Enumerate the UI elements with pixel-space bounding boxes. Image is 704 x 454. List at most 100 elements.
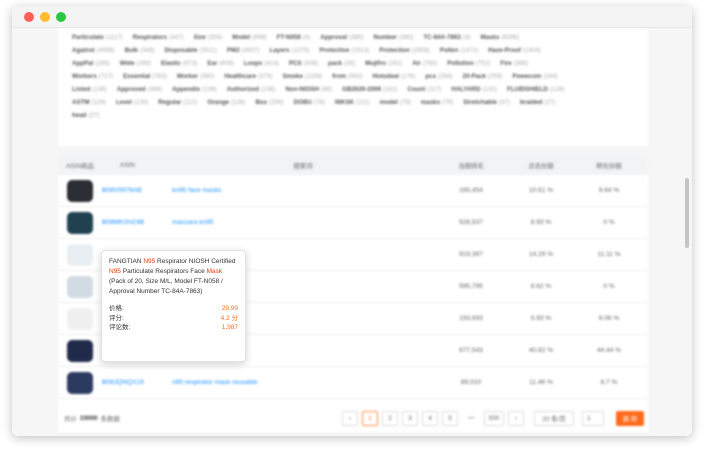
keyword-chip[interactable]: GB2626-2006 (181) bbox=[342, 83, 397, 96]
product-image[interactable] bbox=[67, 211, 93, 234]
keyword-chip[interactable]: Stretchable (37) bbox=[463, 96, 510, 109]
keyword-chip[interactable]: Smoke (1159) bbox=[283, 70, 323, 83]
keyword-chip[interactable]: Authorized (136) bbox=[227, 83, 276, 96]
keyword-chip[interactable]: Regular (112) bbox=[158, 96, 197, 109]
keyword-chip[interactable]: Fire (388) bbox=[500, 57, 528, 70]
keyword-chip[interactable]: Bulk (348) bbox=[125, 44, 155, 57]
keyword-chip[interactable]: Non-NIOSH (88) bbox=[285, 83, 332, 96]
keyword-chip[interactable]: ASTM (126) bbox=[72, 96, 106, 109]
keyword-chip[interactable]: Respirators (447) bbox=[133, 31, 184, 44]
product-image[interactable] bbox=[67, 339, 93, 362]
pages-ellipsis[interactable]: ••• bbox=[462, 415, 480, 422]
keyword-chip[interactable]: Protection (2658) bbox=[379, 44, 430, 57]
keyword-count: (27) bbox=[88, 112, 100, 119]
keyword-chip[interactable]: PCS (408) bbox=[289, 57, 318, 70]
keyword-chip[interactable]: Elastic (673) bbox=[161, 57, 197, 70]
keyword-chip[interactable]: Masks (6396) bbox=[480, 31, 519, 44]
page-5-button[interactable]: 5 bbox=[442, 410, 458, 426]
keyword-chip[interactable]: FT-N058 (4) bbox=[277, 31, 311, 44]
jump-page-input[interactable]: 1 bbox=[582, 410, 604, 426]
keyword-chip[interactable]: braided (27) bbox=[520, 96, 555, 109]
keyword-chip[interactable]: Loops (414) bbox=[244, 57, 279, 70]
keyword-chip[interactable]: Approval (380) bbox=[320, 31, 363, 44]
product-image[interactable] bbox=[67, 275, 93, 298]
keyword-chip[interactable]: HALYARD (132) bbox=[451, 83, 497, 96]
page-1-button[interactable]: 1 bbox=[362, 410, 378, 426]
table-row[interactable]: B08V5976AB kn95 face masks 165,454 10.61 % 9… bbox=[58, 175, 648, 207]
keyword-chip[interactable]: Listed (139) bbox=[72, 83, 107, 96]
keyword-chip[interactable]: Powecom (244) bbox=[512, 70, 557, 83]
keyword-chip[interactable]: Orange (126) bbox=[207, 96, 245, 109]
keyword-chip[interactable]: Particulate (1117) bbox=[72, 31, 123, 44]
keyword-count: (388) bbox=[513, 60, 529, 67]
maximize-window-icon[interactable] bbox=[56, 12, 66, 22]
product-image[interactable] bbox=[67, 307, 93, 330]
keyword-chip[interactable]: AppPal (285) bbox=[72, 57, 110, 70]
search-term-link[interactable]: kn95 face masks bbox=[172, 187, 434, 194]
keyword-chip[interactable]: model (79) bbox=[380, 96, 411, 109]
minimize-window-icon[interactable] bbox=[40, 12, 50, 22]
page-4-button[interactable]: 4 bbox=[422, 410, 438, 426]
page-3-button[interactable]: 3 bbox=[402, 410, 418, 426]
search-term-link[interactable]: n95 respirator mask reusable bbox=[172, 379, 434, 386]
keyword-chip[interactable]: TC-84A-7863 (4) bbox=[423, 31, 470, 44]
title-text: Respirator NIOSH Certified bbox=[155, 258, 236, 265]
product-image[interactable] bbox=[67, 243, 93, 266]
product-image[interactable] bbox=[67, 371, 93, 394]
table-row[interactable]: B08MK2HZ4B mascara kn95 528,537 8.93 % 0 % bbox=[58, 207, 648, 239]
keyword-chip[interactable]: Ear (608) bbox=[207, 57, 233, 70]
keyword-count: (6396) bbox=[501, 34, 520, 41]
keyword-text: Listed bbox=[72, 86, 91, 93]
jump-button[interactable]: 跳 转 bbox=[616, 410, 644, 426]
keyword-chip[interactable]: Model (698) bbox=[232, 31, 266, 44]
keyword-chip[interactable]: Level (130) bbox=[116, 96, 148, 109]
keyword-chip[interactable]: 20-Pack (259) bbox=[463, 70, 503, 83]
keyword-chip[interactable]: Protective (1513) bbox=[319, 44, 369, 57]
search-term-link[interactable]: mascara kn95 bbox=[172, 219, 434, 226]
keyword-chip[interactable]: Mujifro (161) bbox=[365, 57, 402, 70]
page-2-button[interactable]: 2 bbox=[382, 410, 398, 426]
keyword-chip[interactable]: from (582) bbox=[332, 70, 362, 83]
keyword-chip[interactable]: Against (4658) bbox=[72, 44, 115, 57]
keyword-chip[interactable]: Disposable (3511) bbox=[164, 44, 216, 57]
keyword-chip[interactable]: NIKSK (111) bbox=[335, 96, 370, 109]
keyword-chip[interactable]: Healthcare (374) bbox=[224, 70, 272, 83]
keyword-chip[interactable]: Count (117) bbox=[407, 83, 441, 96]
keyword-chip[interactable]: DOBU (78) bbox=[294, 96, 325, 109]
keyword-chip[interactable]: masks (79) bbox=[421, 96, 453, 109]
page-size-select[interactable]: 20 条/页 bbox=[534, 410, 574, 426]
keyword-chip[interactable]: FLUIDSHIELD (126) bbox=[507, 83, 564, 96]
keyword-chip[interactable]: Hotodeal (176) bbox=[372, 70, 415, 83]
click-share-value: 8.93 % bbox=[530, 219, 552, 226]
keyword-chip[interactable]: Size (304) bbox=[193, 31, 222, 44]
asin-link[interactable]: B08V5976AB bbox=[102, 187, 172, 194]
next-page-button[interactable]: › bbox=[508, 410, 524, 426]
keyword-chip[interactable]: Pollen (1472) bbox=[440, 44, 478, 57]
keyword-chip[interactable]: Box (206) bbox=[255, 96, 283, 109]
keyword-chip[interactable]: Approved (468) bbox=[117, 83, 162, 96]
asin-link[interactable]: B08MK2HZ4B bbox=[102, 219, 172, 226]
close-window-icon[interactable] bbox=[24, 12, 34, 22]
keyword-chip[interactable]: Layers (1375) bbox=[270, 44, 310, 57]
keyword-chip[interactable]: head (27) bbox=[72, 109, 99, 122]
asin-link[interactable]: B08JQNQX19 bbox=[102, 379, 172, 386]
prev-page-button[interactable]: ‹ bbox=[342, 410, 358, 426]
keyword-chip[interactable]: Haze-Proof (1404) bbox=[488, 44, 541, 57]
keyword-chip[interactable]: Appendix (139) bbox=[172, 83, 217, 96]
product-image[interactable] bbox=[67, 179, 93, 202]
keyword-chip[interactable]: Essential (783) bbox=[123, 70, 167, 83]
keyword-chip[interactable]: Number (380) bbox=[374, 31, 414, 44]
keyword-chip[interactable]: Pollution (752) bbox=[447, 57, 490, 70]
keyword-chip[interactable]: Air (780) bbox=[412, 57, 437, 70]
tooltip-price-value: 29.99 bbox=[221, 305, 238, 312]
table-row[interactable]: B08JQNQX19 n95 respirator mask reusable 89… bbox=[58, 367, 648, 399]
keyword-chip[interactable]: pcs (264) bbox=[425, 70, 452, 83]
keyword-chip[interactable]: Worker (380) bbox=[177, 70, 215, 83]
keyword-line: head (27) bbox=[72, 109, 634, 122]
last-page-button[interactable]: 500 bbox=[484, 410, 504, 426]
table-scrollbar[interactable] bbox=[685, 178, 689, 248]
keyword-chip[interactable]: pack (35) bbox=[328, 57, 355, 70]
keyword-chip[interactable]: PM2 (4507) bbox=[227, 44, 260, 57]
keyword-chip[interactable]: Workers (727) bbox=[72, 70, 113, 83]
keyword-chip[interactable]: Wide (290) bbox=[120, 57, 151, 70]
